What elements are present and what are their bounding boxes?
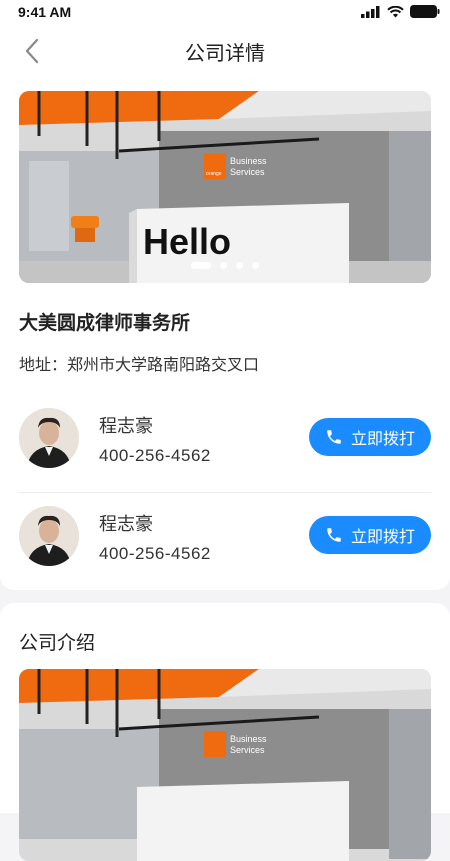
banner-image: orange Business Services Hello [19,91,431,283]
intro-brand-line2: Services [230,745,265,755]
company-detail-card: orange Business Services Hello 大美圆成律师事务所… [0,78,450,590]
call-now-button[interactable]: 立即拨打 [309,516,431,554]
company-name: 大美圆成律师事务所 [19,313,191,334]
divider [19,492,431,493]
page-title: 公司详情 [185,43,265,65]
carousel-dot[interactable] [252,262,259,269]
contact-name: 程志豪 [99,416,153,436]
company-intro-card: 公司介绍 Business Services [0,603,450,861]
status-time: 9:41 AM [18,4,72,20]
intro-brand-line1: Business [230,734,267,744]
intro-image: Business Services [19,669,431,861]
banner-sign-text: Hello [143,221,231,262]
section-title: 公司介绍 [19,633,96,654]
status-icons [361,5,440,18]
signal-icon [361,5,380,18]
nav-bar: 公司详情 [0,24,450,78]
phone-icon [327,528,341,542]
call-now-button[interactable]: 立即拨打 [309,418,431,456]
battery-icon [410,5,440,18]
banner-carousel[interactable]: orange Business Services Hello [19,91,431,283]
contact-item: 程志豪 400-256-4562 立即拨打 [19,408,431,470]
contact-name: 程志豪 [99,514,153,534]
call-now-label: 立即拨打 [350,529,415,546]
company-address: 地址：郑州市大学路南阳路交叉口 [19,357,260,374]
banner-logo-text: orange [206,171,222,177]
carousel-dot[interactable] [191,262,211,269]
wifi-icon [387,5,404,17]
status-bar: 9:41 AM [0,0,450,24]
carousel-dot[interactable] [220,262,227,269]
banner-brand-line1: Business [230,156,267,166]
avatar [19,408,79,468]
contact-phone: 400-256-4562 [99,544,211,563]
call-now-label: 立即拨打 [350,431,415,448]
avatar [19,506,79,566]
carousel-dot[interactable] [236,262,243,269]
carousel-dots [19,262,431,269]
contact-phone: 400-256-4562 [99,446,211,465]
phone-icon [327,430,341,444]
contact-item: 程志豪 400-256-4562 立即拨打 [19,506,431,568]
banner-brand-line2: Services [230,167,265,177]
